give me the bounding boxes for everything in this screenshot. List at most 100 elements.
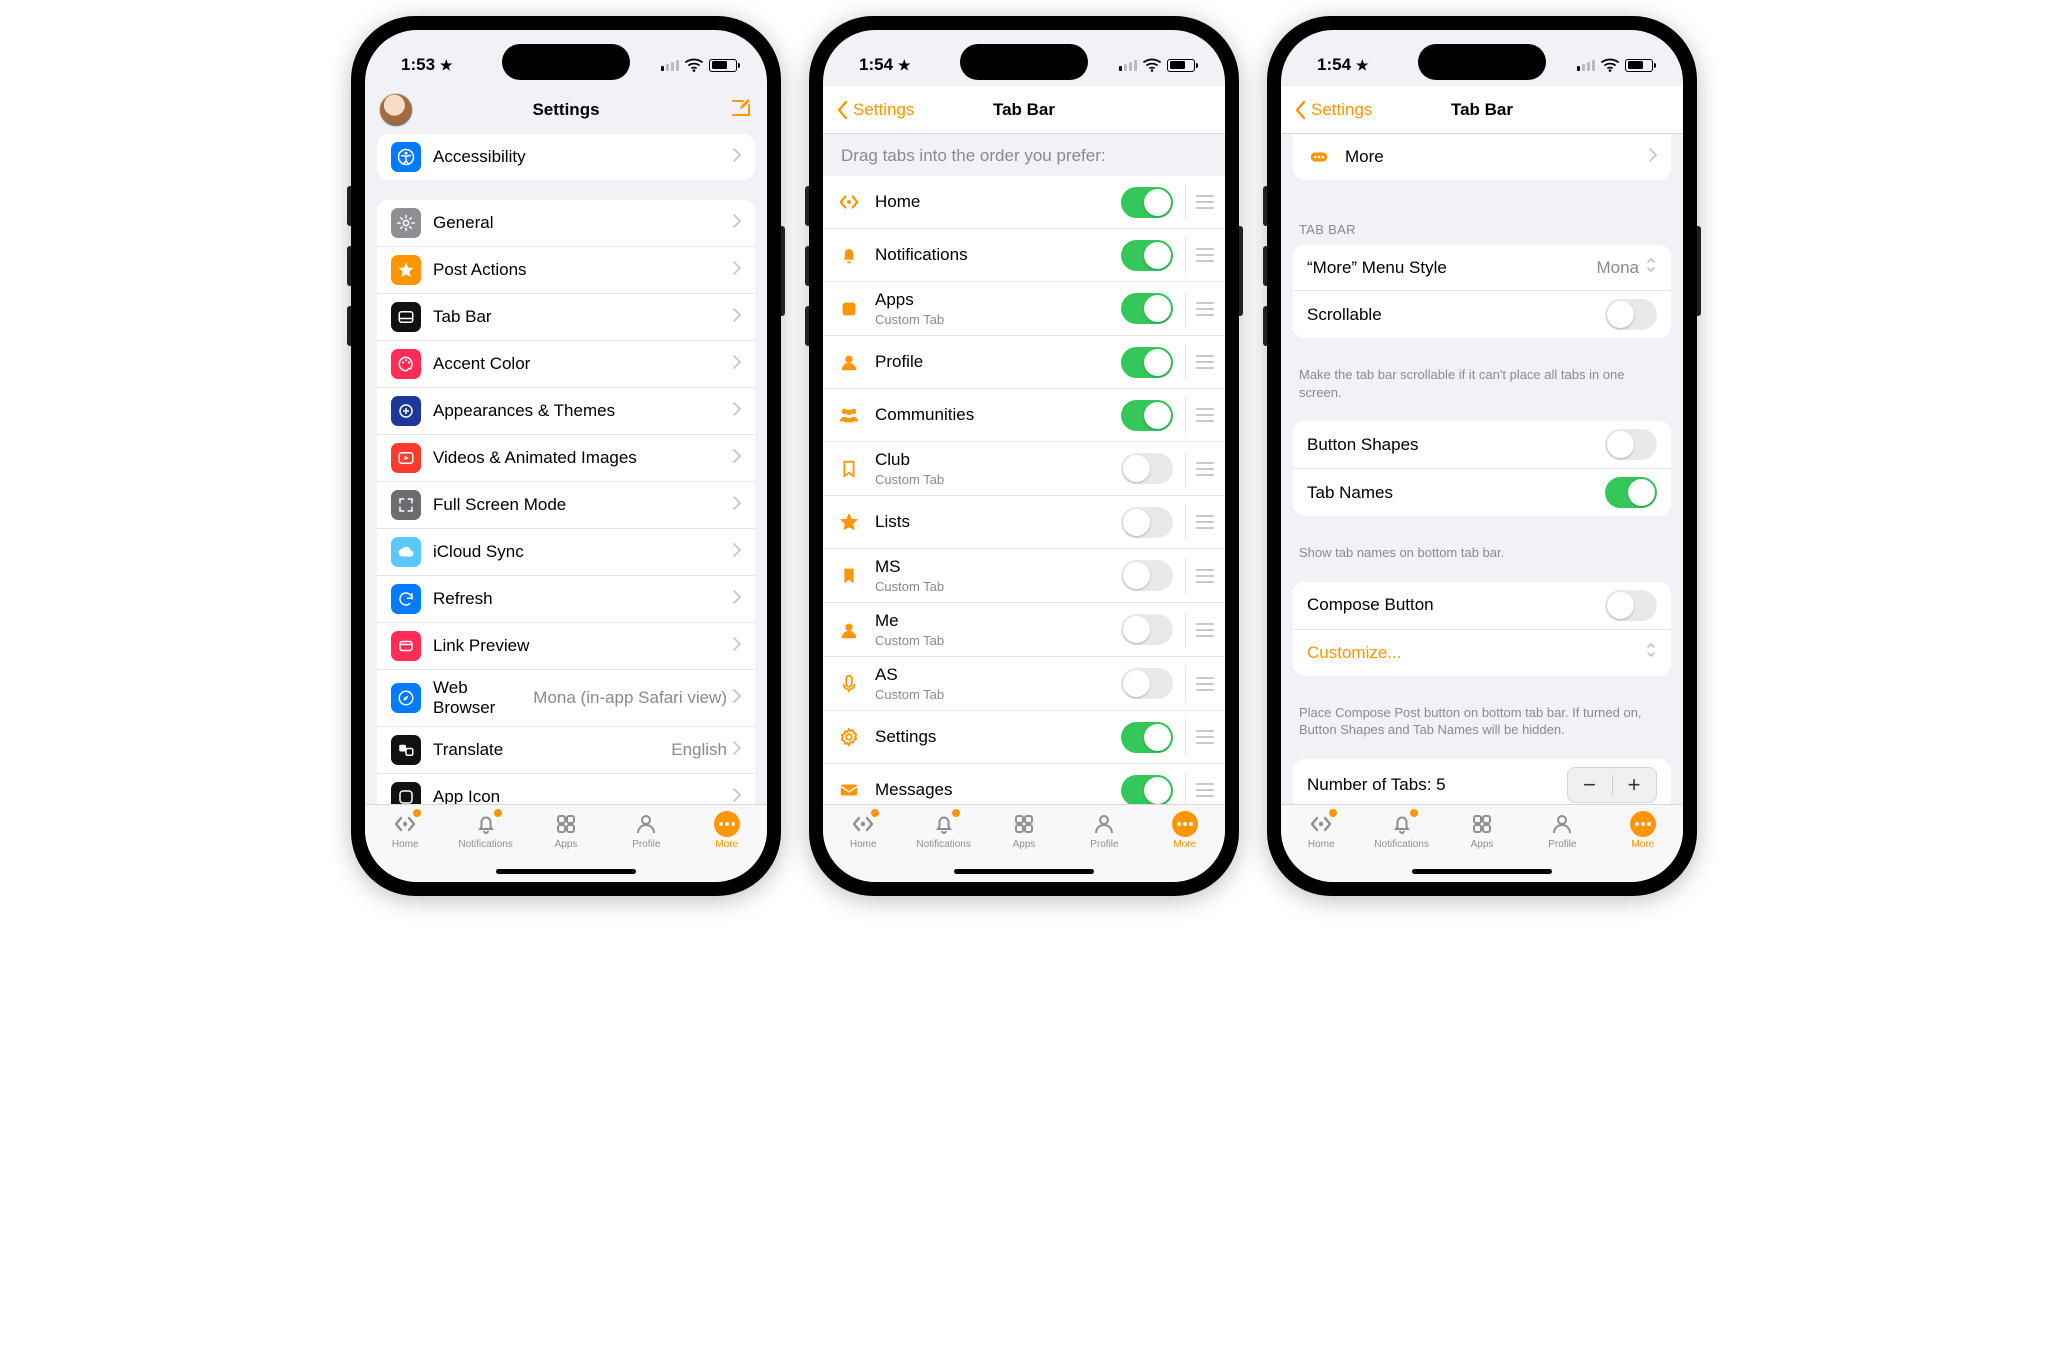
tab-item-label: MS bbox=[875, 557, 1121, 577]
row-icloud[interactable]: iCloud Sync bbox=[377, 529, 755, 576]
row-translate[interactable]: Translate English bbox=[377, 727, 755, 774]
badge-dot-icon bbox=[494, 809, 502, 817]
drag-handle-icon[interactable] bbox=[1185, 184, 1211, 220]
reorder-row[interactable]: Profile bbox=[823, 336, 1225, 389]
back-button[interactable]: Settings bbox=[837, 100, 914, 120]
reorder-row[interactable]: ClubCustom Tab bbox=[823, 442, 1225, 496]
toggle-tab-3[interactable] bbox=[1121, 347, 1173, 378]
drag-handle-icon[interactable] bbox=[1185, 772, 1211, 804]
tab-home[interactable]: Home bbox=[823, 805, 903, 864]
row-tab-bar[interactable]: Tab Bar bbox=[377, 294, 755, 341]
toggle-scrollable[interactable] bbox=[1605, 299, 1657, 330]
avatar[interactable] bbox=[379, 93, 413, 127]
drag-handle-icon[interactable] bbox=[1185, 504, 1211, 540]
toggle-tab-names[interactable] bbox=[1605, 477, 1657, 508]
badge-dot-icon bbox=[413, 809, 421, 817]
tab-item-label: Notifications bbox=[875, 245, 1121, 265]
toggle-tab-1[interactable] bbox=[1121, 240, 1173, 271]
tab-notifications[interactable]: Notifications bbox=[445, 805, 525, 864]
translate-detail: English bbox=[671, 740, 727, 760]
drag-handle-icon[interactable] bbox=[1185, 451, 1211, 487]
reorder-row[interactable]: Messages bbox=[823, 764, 1225, 804]
tab-home[interactable]: Home bbox=[1281, 805, 1361, 864]
row-link-preview[interactable]: Link Preview bbox=[377, 623, 755, 670]
toggle-tab-7[interactable] bbox=[1121, 560, 1173, 591]
footer-scrollable: Make the tab bar scrollable if it can't … bbox=[1281, 358, 1683, 405]
tab-item-label: Club bbox=[875, 450, 1121, 470]
compose-button[interactable] bbox=[729, 96, 753, 125]
tab-item-label: Settings bbox=[875, 727, 1121, 747]
drag-handle-icon[interactable] bbox=[1185, 344, 1211, 380]
reorder-row[interactable]: MSCustom Tab bbox=[823, 549, 1225, 603]
back-button[interactable]: Settings bbox=[1295, 100, 1372, 120]
toggle-tab-6[interactable] bbox=[1121, 507, 1173, 538]
home-indicator[interactable] bbox=[954, 869, 1094, 874]
row-accessibility[interactable]: Accessibility bbox=[377, 134, 755, 180]
tab-more[interactable]: More bbox=[1603, 805, 1683, 864]
tab-more[interactable]: More bbox=[1145, 805, 1225, 864]
settings-content[interactable]: Accessibility General Post Actions bbox=[365, 134, 767, 804]
reorder-row[interactable]: ASCustom Tab bbox=[823, 657, 1225, 711]
drag-handle-icon[interactable] bbox=[1185, 237, 1211, 273]
reorder-row[interactable]: Lists bbox=[823, 496, 1225, 549]
toggle-compose[interactable] bbox=[1605, 590, 1657, 621]
tab-profile[interactable]: Profile bbox=[1064, 805, 1144, 864]
row-more-menu-style[interactable]: “More” Menu Style Mona bbox=[1293, 245, 1671, 291]
toggle-tab-10[interactable] bbox=[1121, 722, 1173, 753]
tab-apps[interactable]: Apps bbox=[526, 805, 606, 864]
reorder-row[interactable]: Notifications bbox=[823, 229, 1225, 282]
reorder-row[interactable]: MeCustom Tab bbox=[823, 603, 1225, 657]
toggle-tab-11[interactable] bbox=[1121, 775, 1173, 805]
stepper-plus[interactable]: + bbox=[1612, 768, 1656, 802]
tab-profile[interactable]: Profile bbox=[1522, 805, 1602, 864]
tab-profile[interactable]: Profile bbox=[606, 805, 686, 864]
stepper-minus[interactable]: − bbox=[1568, 768, 1612, 802]
dynamic-island bbox=[960, 44, 1088, 80]
phone-tabbar-reorder: 1:54 Settings Tab Bar Drag tabs into the… bbox=[809, 16, 1239, 896]
toggle-button-shapes[interactable] bbox=[1605, 429, 1657, 460]
chevron-right-icon bbox=[733, 496, 741, 515]
drag-handle-icon[interactable] bbox=[1185, 397, 1211, 433]
reorder-row[interactable]: Home bbox=[823, 176, 1225, 229]
row-videos[interactable]: Videos & Animated Images bbox=[377, 435, 755, 482]
toggle-tab-4[interactable] bbox=[1121, 400, 1173, 431]
row-refresh[interactable]: Refresh bbox=[377, 576, 755, 623]
row-web-browser[interactable]: Web Browser Mona (in-app Safari view) bbox=[377, 670, 755, 727]
chevron-right-icon bbox=[733, 741, 741, 760]
row-post-actions[interactable]: Post Actions bbox=[377, 247, 755, 294]
toggle-tab-2[interactable] bbox=[1121, 293, 1173, 324]
tab-notifications[interactable]: Notifications bbox=[903, 805, 983, 864]
home-indicator[interactable] bbox=[496, 869, 636, 874]
cloud-icon bbox=[391, 537, 421, 567]
toggle-tab-0[interactable] bbox=[1121, 187, 1173, 218]
tab-apps[interactable]: Apps bbox=[984, 805, 1064, 864]
row-more[interactable]: More bbox=[1293, 134, 1671, 180]
signal-icon bbox=[661, 59, 679, 71]
home-indicator[interactable] bbox=[1412, 869, 1552, 874]
row-general[interactable]: General bbox=[377, 200, 755, 247]
tab-apps[interactable]: Apps bbox=[1442, 805, 1522, 864]
tab-options-content[interactable]: More Tab Bar “More” Menu Style Mona Scro… bbox=[1281, 134, 1683, 804]
row-customize[interactable]: Customize... bbox=[1293, 630, 1671, 676]
reorder-row[interactable]: Communities bbox=[823, 389, 1225, 442]
tab-home[interactable]: Home bbox=[365, 805, 445, 864]
row-app-icon[interactable]: App Icon bbox=[377, 774, 755, 804]
drag-handle-icon[interactable] bbox=[1185, 291, 1211, 327]
row-accent-color[interactable]: Accent Color bbox=[377, 341, 755, 388]
drag-handle-icon[interactable] bbox=[1185, 719, 1211, 755]
row-appearances[interactable]: Appearances & Themes bbox=[377, 388, 755, 435]
row-full-screen[interactable]: Full Screen Mode bbox=[377, 482, 755, 529]
tab-reorder-content[interactable]: Drag tabs into the order you prefer: Hom… bbox=[823, 134, 1225, 804]
tab-more[interactable]: More bbox=[687, 805, 767, 864]
chevron-right-icon bbox=[733, 590, 741, 609]
toggle-tab-9[interactable] bbox=[1121, 668, 1173, 699]
reorder-row[interactable]: AppsCustom Tab bbox=[823, 282, 1225, 336]
drag-handle-icon[interactable] bbox=[1185, 666, 1211, 702]
chevrons-updown-icon bbox=[1645, 256, 1657, 279]
tab-notifications[interactable]: Notifications bbox=[1361, 805, 1441, 864]
drag-handle-icon[interactable] bbox=[1185, 558, 1211, 594]
reorder-row[interactable]: Settings bbox=[823, 711, 1225, 764]
drag-handle-icon[interactable] bbox=[1185, 612, 1211, 648]
toggle-tab-5[interactable] bbox=[1121, 453, 1173, 484]
toggle-tab-8[interactable] bbox=[1121, 614, 1173, 645]
